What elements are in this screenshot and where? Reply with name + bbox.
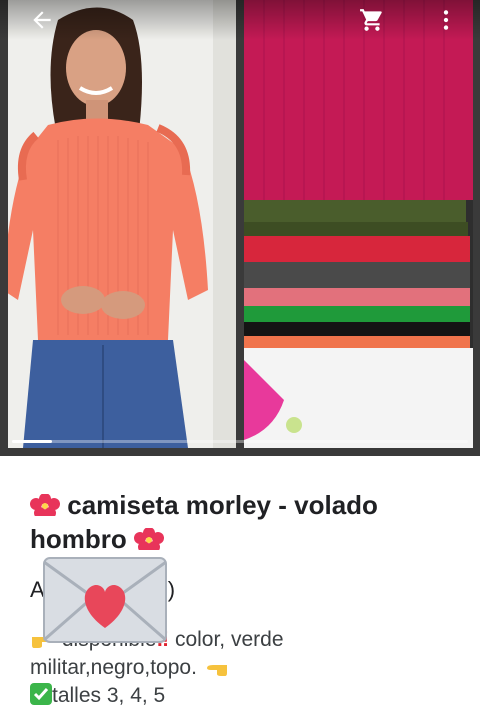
- desc-line1-rest: color, verde: [174, 628, 284, 651]
- price-suffix: ): [167, 577, 176, 602]
- gallery-page-indicator: [12, 440, 52, 443]
- desc-line2: militar,negro,topo.: [30, 656, 197, 679]
- love-letter-emoji-icon: [43, 557, 167, 643]
- check-mark-button-emoji-icon: [30, 683, 52, 705]
- backhand-index-pointing-left-emoji-icon: [206, 665, 227, 676]
- product-title-part2: hombro: [30, 524, 127, 554]
- product-photo-folded-stack[interactable]: [244, 0, 473, 448]
- gallery-page-track: [12, 440, 468, 443]
- arrow-back-icon[interactable]: [26, 4, 58, 36]
- more-vert-icon[interactable]: [430, 4, 462, 36]
- hibiscus-emoji-icon: [134, 528, 164, 550]
- product-image-gallery[interactable]: [0, 0, 480, 456]
- desc-sizes: talles 3, 4, 5: [52, 684, 166, 707]
- model-illustration: [8, 0, 236, 448]
- product-photo-model[interactable]: [8, 0, 236, 448]
- product-title-part1: camiseta morley - volado: [67, 490, 378, 520]
- shopping-cart-icon[interactable]: [356, 4, 388, 36]
- hibiscus-emoji-icon: [30, 494, 60, 516]
- product-title: camiseta morley - volado hombro: [30, 488, 460, 556]
- gallery-topbar: [0, 0, 480, 40]
- folded-shirts-illustration: [244, 0, 473, 448]
